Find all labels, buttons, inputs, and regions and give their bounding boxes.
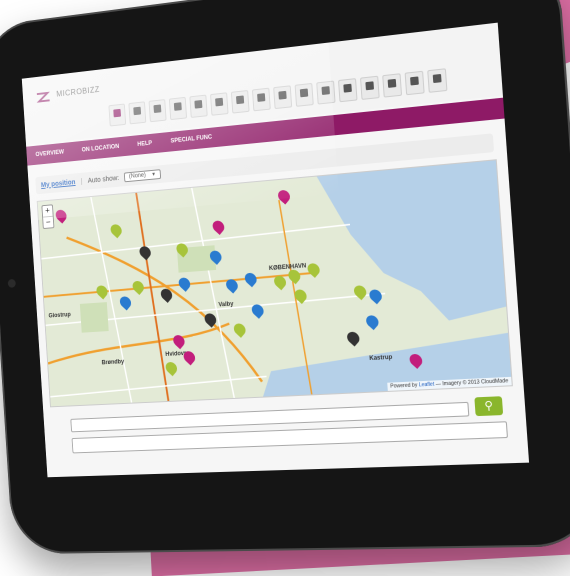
nav-special-func[interactable]: SPECIAL FUNC <box>170 135 212 145</box>
person-icon[interactable] <box>230 89 250 114</box>
place-label: Brøndby <box>101 359 125 367</box>
auto-show-label: Auto show: <box>87 174 120 185</box>
map-view[interactable]: + − KØBENHAVN Glostrup Valby Brøndby Hvi… <box>36 159 513 408</box>
nav-overview[interactable]: OVERVIEW <box>35 150 64 159</box>
separator: | <box>80 178 83 185</box>
chevron-down-icon: ▼ <box>151 171 157 178</box>
support-icon[interactable] <box>337 78 358 103</box>
list-icon[interactable] <box>294 82 314 107</box>
transfer-icon[interactable] <box>210 92 229 116</box>
app-title: MICROBIZZ <box>56 85 100 99</box>
auto-show-value: (None) <box>128 172 146 180</box>
refresh-icon[interactable] <box>273 85 293 110</box>
book-icon[interactable] <box>168 96 188 121</box>
building-icon[interactable] <box>128 101 147 125</box>
place-label: Kastrup <box>369 354 393 363</box>
apps-icon[interactable] <box>316 80 336 105</box>
nav-help[interactable]: HELP <box>137 141 152 148</box>
my-position-link[interactable]: My position <box>41 179 76 189</box>
leaflet-link[interactable]: Leaflet <box>419 382 435 389</box>
logo-icon <box>35 90 52 105</box>
zoom-control: + − <box>41 204 55 230</box>
tablet-frame: MICROBIZZ OVERVIEW ON LOCATION HELP SPEC… <box>0 0 570 555</box>
camera-icon <box>7 278 16 288</box>
clipboard-icon[interactable] <box>189 94 208 118</box>
search-icon[interactable] <box>382 73 403 98</box>
home-icon[interactable] <box>108 103 127 127</box>
search-icon: ⚲ <box>484 399 494 413</box>
nav-on-location[interactable]: ON LOCATION <box>82 144 120 154</box>
place-label: Valby <box>218 301 234 309</box>
briefcase-icon[interactable] <box>404 70 425 96</box>
tablet-screen: MICROBIZZ OVERVIEW ON LOCATION HELP SPEC… <box>21 22 530 478</box>
calendar-icon[interactable] <box>251 87 271 112</box>
attribution-prefix: Powered by <box>390 382 418 390</box>
tools-icon[interactable] <box>427 68 448 93</box>
search-button[interactable]: ⚲ <box>474 396 504 417</box>
grid-icon[interactable] <box>148 99 167 123</box>
file-icon[interactable] <box>359 75 380 100</box>
zoom-out-button[interactable]: − <box>43 215 54 229</box>
auto-show-select[interactable]: (None) ▼ <box>124 169 161 183</box>
attribution-suffix: — Imagery © 2013 CloudMade <box>435 378 509 388</box>
